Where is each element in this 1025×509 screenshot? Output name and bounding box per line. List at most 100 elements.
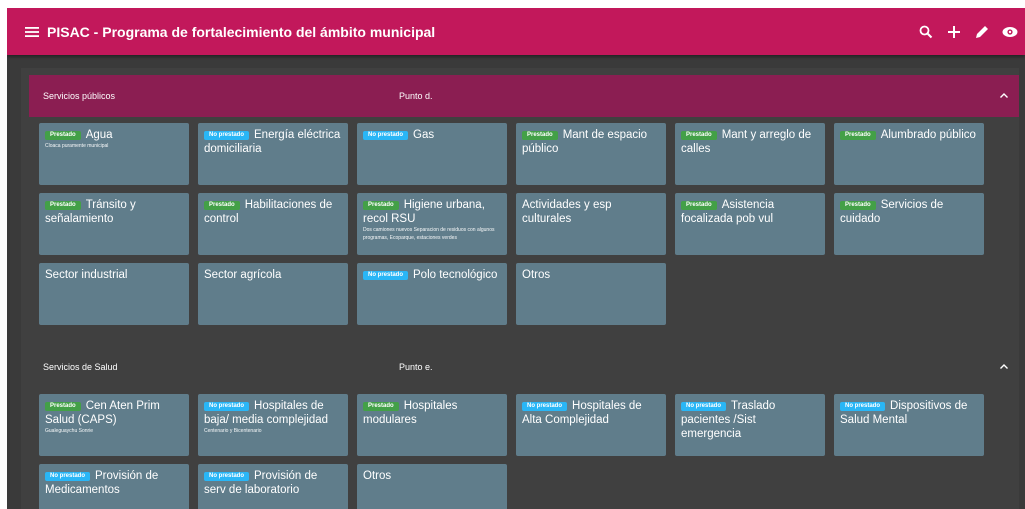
service-tile[interactable]: Prestado Asistencia focalizada pob vul — [675, 193, 825, 255]
service-tile[interactable]: Prestado Alumbrado público — [834, 123, 984, 185]
tile-title: Prestado Asistencia focalizada pob vul — [681, 198, 819, 226]
tile-label: Sector industrial — [45, 269, 128, 281]
service-tile[interactable]: Sector industrial — [39, 263, 189, 325]
service-tile[interactable]: Actividades y esp culturales — [516, 193, 666, 255]
section-servicios-de-salud: Servicios de Salud Punto e. Prestado Cen … — [29, 346, 1019, 509]
tile-title: Sector agrícola — [204, 268, 342, 282]
status-badge: No prestado — [840, 402, 886, 411]
status-badge: No prestado — [204, 131, 250, 140]
tile-title: Otros — [363, 469, 501, 483]
tile-title: No prestado Polo tecnológico — [363, 268, 501, 282]
dashboard-content: Servicios públicos Punto d. Prestado Agua… — [21, 68, 1019, 509]
status-badge: No prestado — [204, 402, 250, 411]
tile-title: Prestado Tránsito y señalamiento — [45, 198, 183, 226]
service-tile[interactable]: Prestado Cen Aten Prim Salud (CAPS) Gualeg… — [39, 394, 189, 456]
service-tile[interactable]: No prestado Traslado pacientes /Sist emer… — [675, 394, 825, 456]
section-header[interactable]: Servicios de Salud Punto e. — [29, 346, 1019, 388]
section-header[interactable]: Servicios públicos Punto d. — [29, 75, 1019, 117]
tile-title: Prestado Alumbrado público — [840, 128, 978, 142]
tile-title: Actividades y esp culturales — [522, 198, 660, 226]
tile-title: Prestado Cen Aten Prim Salud (CAPS) — [45, 399, 183, 427]
service-tile[interactable]: No prestado Dispositivos de Salud Mental — [834, 394, 984, 456]
tile-label: Sector agrícola — [204, 269, 282, 281]
section-servicios-publicos: Servicios públicos Punto d. Prestado Agua… — [29, 75, 1019, 325]
tile-title: No prestado Hospitales de baja/ media com… — [204, 399, 342, 427]
tile-label: Alumbrado público — [880, 129, 976, 141]
status-badge: No prestado — [363, 271, 409, 280]
tile-label: Polo tecnológico — [413, 269, 498, 281]
service-tile[interactable]: No prestado Provisión de Medicamentos — [39, 464, 189, 509]
service-tile[interactable]: Prestado Habilitaciones de control — [198, 193, 348, 255]
status-badge: Prestado — [522, 131, 558, 140]
service-tile[interactable]: Sector agrícola — [198, 263, 348, 325]
tile-title: No prestado Gas — [363, 128, 501, 142]
section-point: Punto d. — [399, 91, 433, 101]
status-badge: Prestado — [363, 201, 399, 210]
app-bar: PISAC - Programa de fortalecimiento del … — [7, 8, 1025, 55]
tile-label: Otros — [522, 269, 551, 281]
tile-title: Sector industrial — [45, 268, 183, 282]
status-badge: No prestado — [45, 472, 91, 481]
chevron-up-icon[interactable] — [997, 359, 1011, 373]
status-badge: No prestado — [522, 402, 568, 411]
service-tile[interactable]: Prestado Tránsito y señalamiento — [39, 193, 189, 255]
app-window: PISAC - Programa de fortalecimiento del … — [7, 8, 1025, 509]
status-badge: Prestado — [840, 131, 876, 140]
tile-label: Otros — [363, 470, 392, 482]
status-badge: No prestado — [681, 402, 727, 411]
service-tile[interactable]: No prestado Hospitales de Alta Complejida… — [516, 394, 666, 456]
edit-icon[interactable] — [971, 21, 993, 43]
section-title: Servicios públicos — [43, 91, 116, 101]
tile-label: Actividades y esp culturales — [522, 199, 612, 225]
status-badge: Prestado — [363, 402, 399, 411]
app-actions — [915, 21, 1021, 43]
service-tile[interactable]: No prestado Provisión de serv de laborato… — [198, 464, 348, 509]
tile-note: Cloaca puramente municipal — [45, 143, 109, 149]
service-tile[interactable]: Prestado Servicios de cuidado — [834, 193, 984, 255]
tile-title: Prestado Habilitaciones de control — [204, 198, 342, 226]
tile-title: Otros — [522, 268, 660, 282]
status-badge: Prestado — [45, 131, 81, 140]
tile-note: Centenario y Bicentenario — [204, 428, 262, 434]
visibility-icon[interactable] — [999, 21, 1021, 43]
service-tile[interactable]: Otros — [357, 464, 507, 509]
section-title: Servicios de Salud — [43, 362, 118, 372]
tile-title: Prestado Agua — [45, 128, 183, 142]
status-badge: No prestado — [363, 131, 409, 140]
tile-title: Prestado Servicios de cuidado — [840, 198, 978, 226]
service-tile[interactable]: No prestado Hospitales de baja/ media com… — [198, 394, 348, 456]
search-icon[interactable] — [915, 21, 937, 43]
service-tile[interactable]: Prestado Mant de espacio público — [516, 123, 666, 185]
service-tile[interactable]: No prestado Gas — [357, 123, 507, 185]
service-tile[interactable]: Prestado Hospitales modulares — [357, 394, 507, 456]
service-tile[interactable]: Otros — [516, 263, 666, 325]
section-point: Punto e. — [399, 362, 433, 372]
tile-title: No prestado Traslado pacientes /Sist emer… — [681, 399, 819, 441]
service-tile[interactable]: Prestado Mant y arreglo de calles — [675, 123, 825, 185]
status-badge: Prestado — [840, 201, 876, 210]
app-title: PISAC - Programa de fortalecimiento del … — [47, 23, 436, 40]
status-badge: Prestado — [204, 201, 240, 210]
add-icon[interactable] — [943, 21, 965, 43]
menu-icon[interactable] — [21, 21, 43, 43]
tile-label: Agua — [85, 129, 113, 141]
status-badge: Prestado — [45, 201, 81, 210]
service-tile[interactable]: Prestado Higiene urbana, recol RSU Dos cam… — [357, 193, 507, 255]
status-badge: Prestado — [681, 131, 717, 140]
status-badge: No prestado — [204, 472, 250, 481]
tile-title: No prestado Provisión de serv de laborato… — [204, 469, 342, 497]
chevron-up-icon[interactable] — [997, 88, 1011, 102]
service-tile[interactable]: Prestado Agua Cloaca puramente municipal — [39, 123, 189, 185]
tile-title: No prestado Dispositivos de Salud Mental — [840, 399, 978, 427]
tile-title: Prestado Hospitales modulares — [363, 399, 501, 427]
status-badge: Prestado — [681, 201, 717, 210]
tile-title: Prestado Higiene urbana, recol RSU — [363, 198, 501, 226]
service-tile[interactable]: No prestado Energía eléctrica domiciliari… — [198, 123, 348, 185]
status-badge: Prestado — [45, 402, 81, 411]
tile-title: No prestado Provisión de Medicamentos — [45, 469, 183, 497]
service-tile[interactable]: No prestado Polo tecnológico — [357, 263, 507, 325]
tile-note: Gualeguaychu Sonrie — [45, 428, 94, 434]
tile-note: Dos camiones nuevos Separacion de residu… — [363, 227, 495, 241]
tile-title: Prestado Mant y arreglo de calles — [681, 128, 819, 156]
tile-title: No prestado Energía eléctrica domiciliari… — [204, 128, 342, 156]
